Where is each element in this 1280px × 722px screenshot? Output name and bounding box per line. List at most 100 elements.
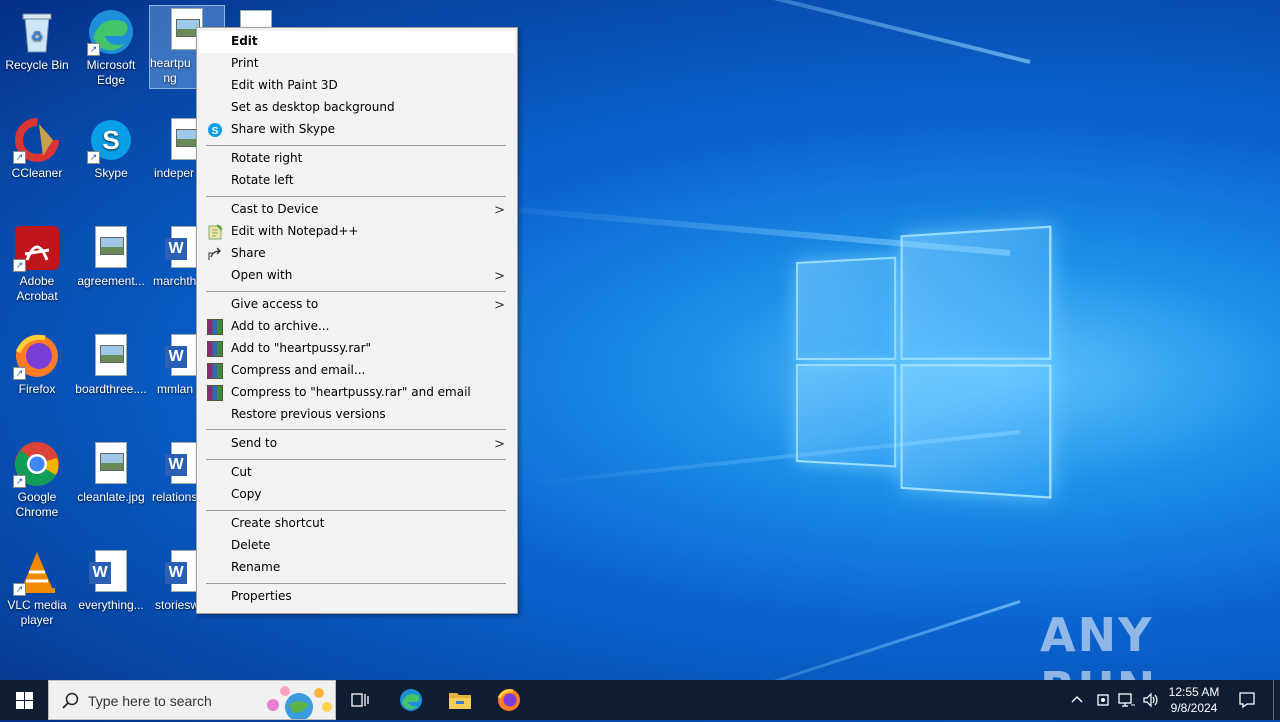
start-button[interactable] (0, 680, 48, 720)
desktop-icon-label: agreement... (77, 274, 145, 288)
context-menu: Edit Print Edit with Paint 3D Set as des… (196, 27, 518, 614)
shortcut-arrow-icon: ↗ (13, 151, 26, 164)
desktop-icon-everything[interactable]: W everything... (74, 548, 148, 613)
chevron-right-icon: > (494, 269, 505, 284)
show-hidden-icons-button[interactable] (1070, 692, 1084, 709)
show-desktop-button[interactable] (1273, 680, 1274, 720)
desktop-icon-recycle-bin[interactable]: ♻ Recycle Bin (0, 8, 74, 73)
menu-item-send-to[interactable]: Send to > (199, 433, 515, 455)
desktop-icon-label: VLC media player (7, 598, 67, 627)
menu-item-rename[interactable]: Rename (199, 557, 515, 579)
menu-item-delete[interactable]: Delete (199, 535, 515, 557)
winrar-icon (207, 341, 223, 357)
menu-item-edit-with-paint-3d[interactable]: Edit with Paint 3D (199, 75, 515, 97)
taskbar-edge-button[interactable] (388, 680, 434, 720)
menu-item-add-to-archive[interactable]: Add to archive... (199, 316, 515, 338)
recycle-bin-icon: ♻ (13, 8, 61, 56)
action-center-button[interactable] (1238, 691, 1256, 712)
desktop-icon-google-chrome[interactable]: ↗ Google Chrome (0, 440, 74, 520)
share-icon (207, 246, 223, 262)
menu-separator (206, 510, 506, 511)
menu-separator (206, 145, 506, 146)
menu-item-cut[interactable]: Cut (199, 462, 515, 484)
menu-item-edit-with-notepadpp[interactable]: Edit with Notepad++ (199, 221, 515, 243)
edge-icon (399, 688, 423, 715)
menu-item-properties[interactable]: Properties (199, 586, 515, 608)
menu-item-share[interactable]: Share (199, 243, 515, 265)
taskbar-file-explorer-button[interactable] (437, 680, 483, 720)
chevron-right-icon: > (494, 437, 505, 452)
menu-separator (206, 429, 506, 430)
menu-item-cast-to-device[interactable]: Cast to Device > (199, 199, 515, 221)
network-button[interactable] (1118, 692, 1136, 711)
task-view-button[interactable] (338, 680, 382, 720)
windows-logo-icon (16, 692, 33, 712)
word-file-icon: W (87, 548, 135, 596)
svg-text:♻: ♻ (31, 28, 44, 44)
vlc-icon: ↗ (13, 548, 61, 596)
shortcut-arrow-icon: ↗ (87, 43, 100, 56)
menu-item-restore-previous-versions[interactable]: Restore previous versions (199, 404, 515, 426)
shortcut-arrow-icon: ↗ (13, 583, 26, 596)
network-icon (1118, 693, 1136, 711)
menu-item-edit[interactable]: Edit (199, 31, 515, 53)
menu-item-add-to-rar[interactable]: Add to "heartpussy.rar" (199, 338, 515, 360)
chevron-right-icon: > (494, 298, 505, 313)
menu-separator (206, 291, 506, 292)
desktop-icon-label: Google Chrome (15, 490, 59, 519)
shortcut-arrow-icon: ↗ (87, 151, 100, 164)
menu-item-set-desktop-background[interactable]: Set as desktop background (199, 97, 515, 119)
desktop-icon-adobe-acrobat[interactable]: ↗ Adobe Acrobat (0, 224, 74, 304)
taskbar-search-box[interactable]: Type here to search (48, 680, 336, 722)
menu-item-compress-to-rar-and-email[interactable]: Compress to "heartpussy.rar" and email (199, 382, 515, 404)
desktop-icon-agreement[interactable]: agreement... (74, 224, 148, 289)
menu-item-share-with-skype[interactable]: S Share with Skype (199, 119, 515, 141)
taskbar: Type here to search 12:55 AM 9/8/2024 (0, 680, 1280, 722)
tray-security-icon-button[interactable] (1095, 692, 1111, 711)
shield-icon (1095, 694, 1111, 711)
menu-item-print[interactable]: Print (199, 53, 515, 75)
menu-item-rotate-left[interactable]: Rotate left (199, 170, 515, 192)
menu-item-open-with[interactable]: Open with > (199, 265, 515, 287)
menu-item-copy[interactable]: Copy (199, 484, 515, 506)
desktop-icon-label: Firefox (18, 382, 56, 396)
desktop-icon-label: cleanlate.jpg (77, 490, 145, 504)
windows-wallpaper-logo (796, 225, 1052, 499)
desktop-icon-skype[interactable]: S ↗ Skype (74, 116, 148, 181)
edge-icon: ↗ (87, 8, 135, 56)
firefox-icon (497, 688, 521, 715)
winrar-icon (207, 319, 223, 335)
desktop-icon-vlc[interactable]: ↗ VLC media player (0, 548, 74, 628)
skype-icon: S (207, 122, 223, 138)
search-icon (61, 692, 79, 713)
menu-separator (206, 583, 506, 584)
desktop-icon-ccleaner[interactable]: ↗ CCleaner (0, 116, 74, 181)
chevron-right-icon: > (494, 203, 505, 218)
volume-icon (1142, 692, 1160, 711)
desktop-icon-boardthree[interactable]: boardthree.... (74, 332, 148, 397)
menu-item-give-access-to[interactable]: Give access to > (199, 294, 515, 316)
taskbar-firefox-button[interactable] (486, 680, 532, 720)
menu-item-compress-and-email[interactable]: Compress and email... (199, 360, 515, 382)
menu-separator (206, 459, 506, 460)
desktop-icon-label: Microsoft Edge (86, 58, 136, 87)
desktop-icon-label: heartpu ng (150, 56, 191, 85)
ccleaner-icon: ↗ (13, 116, 61, 164)
chevron-up-icon (1070, 695, 1084, 709)
desktop-icon-microsoft-edge[interactable]: ↗ Microsoft Edge (74, 8, 148, 88)
desktop-icon-firefox[interactable]: ↗ Firefox (0, 332, 74, 397)
desktop-icon-cleanlate[interactable]: cleanlate.jpg (74, 440, 148, 505)
image-file-icon (87, 224, 135, 272)
shortcut-arrow-icon: ↗ (13, 367, 26, 380)
menu-item-create-shortcut[interactable]: Create shortcut (199, 513, 515, 535)
volume-button[interactable] (1142, 692, 1160, 711)
file-explorer-icon (448, 690, 472, 713)
clock-button[interactable]: 12:55 AM 9/8/2024 (1166, 684, 1222, 716)
svg-text:S: S (212, 126, 219, 137)
notification-icon (1238, 692, 1256, 712)
menu-item-rotate-right[interactable]: Rotate right (199, 148, 515, 170)
search-highlight-icon (259, 683, 335, 722)
chrome-icon: ↗ (13, 440, 61, 488)
desktop-icon-label: everything... (78, 598, 144, 612)
desktop-icon-label: Recycle Bin (5, 58, 69, 72)
